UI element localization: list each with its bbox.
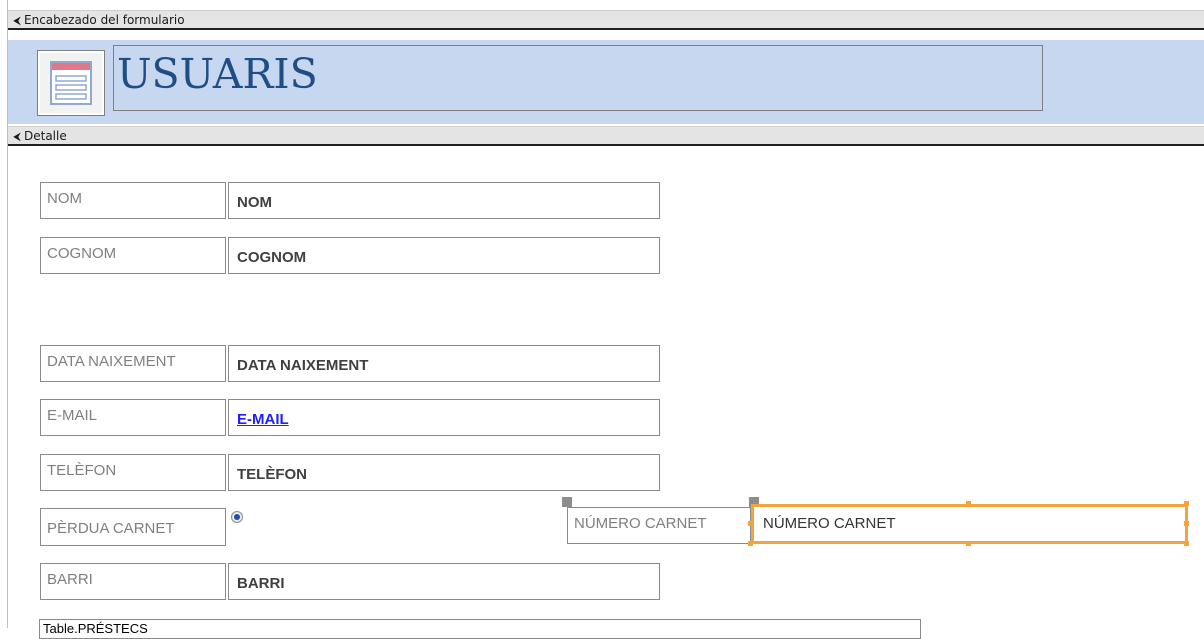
label-telefon[interactable]: TELÈFON <box>40 454 226 491</box>
label-numero-carnet[interactable]: NÚMERO CARNET <box>567 507 751 544</box>
resize-handle-bottom-left[interactable] <box>748 541 753 546</box>
form-icon[interactable] <box>37 50 105 116</box>
field-telefon[interactable]: TELÈFON <box>228 454 660 491</box>
section-arrow-icon: ⮜ <box>13 130 21 143</box>
field-cognom[interactable]: COGNOM <box>228 237 660 274</box>
resize-handle-bottom-right[interactable] <box>1184 541 1189 546</box>
form-title-text: USUARIS <box>117 50 318 98</box>
email-link[interactable]: E-MAIL <box>237 411 289 428</box>
field-barri[interactable]: BARRI <box>228 563 660 600</box>
resize-handle-left[interactable] <box>748 521 753 526</box>
resize-handle-bottom[interactable] <box>966 541 971 546</box>
resize-handle-top[interactable] <box>966 501 971 506</box>
field-data-naixement[interactable]: DATA NAIXEMENT <box>228 345 660 382</box>
detail-section-bar[interactable]: ⮜ Detalle <box>8 126 1204 146</box>
label-data-naixement[interactable]: DATA NAIXEMENT <box>40 345 226 382</box>
resize-handle-top-right[interactable] <box>1184 501 1189 506</box>
field-numero-carnet[interactable]: NÚMERO CARNET <box>751 504 1188 544</box>
label-nom[interactable]: NOM <box>40 182 226 219</box>
form-header-section-label: Encabezado del formulario <box>24 13 185 27</box>
label-cognom[interactable]: COGNOM <box>40 237 226 274</box>
section-arrow-icon: ⮜ <box>13 14 21 27</box>
label-email[interactable]: E-MAIL <box>40 399 226 436</box>
label-barri[interactable]: BARRI <box>40 563 226 600</box>
form-icon-graphic <box>50 61 92 105</box>
detail-section-label: Detalle <box>24 129 67 143</box>
label-perdua-carnet[interactable]: PÈRDUA CARNET <box>40 508 226 546</box>
field-nom[interactable]: NOM <box>228 182 660 219</box>
form-header-section-bar[interactable]: ⮜ Encabezado del formulario <box>8 10 1204 30</box>
resize-handle-right[interactable] <box>1184 521 1189 526</box>
perdua-carnet-option-button[interactable] <box>231 511 243 523</box>
label-move-handle[interactable] <box>562 497 572 507</box>
subform-prestecs[interactable]: Table.PRÉSTECS <box>39 619 921 639</box>
form-title-label[interactable]: USUARIS <box>113 45 1043 111</box>
field-email[interactable]: E-MAIL <box>228 399 660 436</box>
